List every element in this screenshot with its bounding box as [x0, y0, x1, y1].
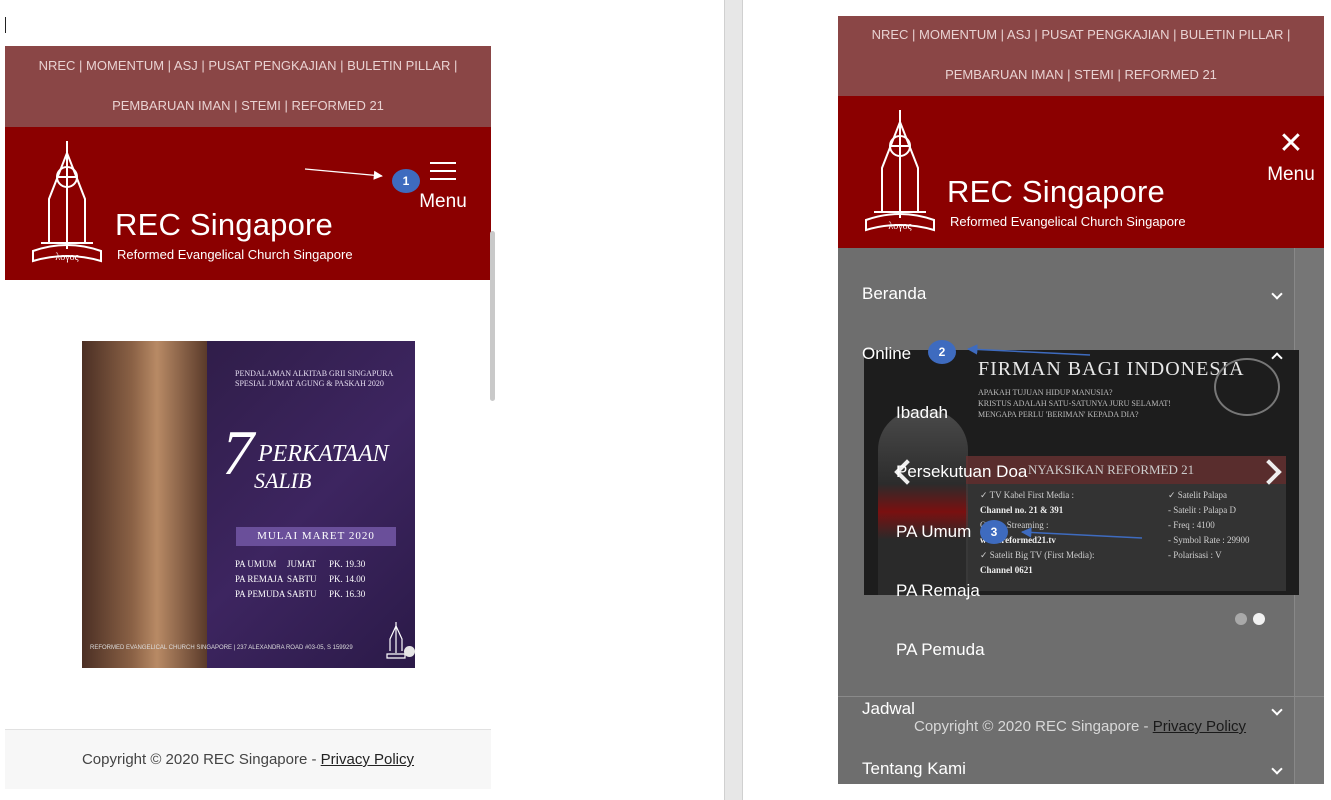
- menu-item-beranda[interactable]: Beranda: [862, 284, 926, 304]
- seal-icon: [1214, 358, 1280, 416]
- close-icon[interactable]: ✕: [1256, 129, 1326, 159]
- mobile-nav-menu: FIRMAN BAGI INDONESIA APAKAH TUJUAN HIDU…: [838, 248, 1324, 784]
- site-name[interactable]: REC Singapore: [947, 174, 1165, 210]
- panel-divider: [724, 0, 743, 800]
- church-logo-icon[interactable]: λογος: [860, 108, 940, 240]
- schedule-row: PA PEMUDA SABTU PK. 16.30: [235, 589, 366, 599]
- crucifix-figure: [82, 341, 207, 668]
- submenu-item-pa-remaja[interactable]: PA Remaja: [896, 581, 980, 601]
- top-links-line1[interactable]: NREC | MOMENTUM | ASJ | PUSAT PENGKAJIAN…: [838, 16, 1324, 56]
- church-logo-icon: [386, 622, 406, 659]
- submenu-item-pa-umum[interactable]: PA Umum: [896, 522, 971, 542]
- submenu-item-persekutuan-doa[interactable]: Persekutuan Doa: [896, 462, 1027, 482]
- page-footer: Copyright © 2020 REC Singapore - Privacy…: [914, 718, 1246, 735]
- schedule-row: PA UMUM JUMAT PK. 19.30: [235, 559, 366, 569]
- privacy-policy-link[interactable]: Privacy Policy: [1153, 718, 1246, 735]
- banner-number: 7: [222, 417, 254, 488]
- privacy-policy-link[interactable]: Privacy Policy: [321, 751, 414, 768]
- slide-question: APAKAH TUJUAN HIDUP MANUSIA?: [978, 388, 1113, 397]
- site-header: λογος REC Singapore Reformed Evangelical…: [838, 96, 1324, 248]
- site-header: λογος REC Singapore Reformed Evangelical…: [5, 127, 495, 401]
- slide-title: FIRMAN BAGI INDONESIA: [978, 358, 1245, 380]
- menu-toggle-button[interactable]: Menu: [413, 160, 473, 220]
- svg-text:λογος: λογος: [888, 221, 911, 232]
- annotation-badge-3: 3: [980, 520, 1008, 544]
- menu-label[interactable]: Menu: [413, 191, 473, 213]
- site-name[interactable]: REC Singapore: [115, 207, 333, 243]
- schedule-row: PA REMAJA SABTU PK. 14.00: [235, 574, 366, 584]
- page-footer: Copyright © 2020 REC Singapore - Privacy…: [5, 729, 491, 789]
- menu-divider: [838, 696, 1324, 697]
- copyright-text: Copyright © 2020 REC Singapore -: [81, 751, 317, 768]
- banner-title2: SALIB: [254, 468, 312, 493]
- slider-dot-active[interactable]: [1253, 613, 1265, 625]
- slide-question: MENGAPA PERLU 'BERIMAN' KEPADA DIA?: [978, 410, 1139, 419]
- menu-item-tentang-kami[interactable]: Tentang Kami: [862, 759, 966, 779]
- carousel-dot[interactable]: [404, 646, 415, 657]
- banner-line2: SPESIAL JUMAT AGUNG & PASKAH 2020: [235, 379, 384, 388]
- menu-item-online[interactable]: Online: [862, 344, 911, 364]
- submenu-item-pa-pemuda[interactable]: PA Pemuda: [896, 640, 985, 660]
- top-links-bar: NREC | MOMENTUM | ASJ | PUSAT PENGKAJIAN…: [838, 16, 1324, 96]
- site-tagline: Reformed Evangelical Church Singapore: [117, 247, 353, 262]
- banner-start: MULAI MARET 2020: [236, 527, 396, 546]
- top-links-bar: NREC | MOMENTUM | ASJ | PUSAT PENGKAJIAN…: [5, 46, 491, 127]
- annotation-badge-2: 2: [928, 340, 956, 364]
- slide-right-column: ✓ Satelit Palapa - Satelit : Palapa D - …: [1168, 490, 1250, 560]
- event-banner-image[interactable]: PENDALAMAN ALKITAB GRII SINGAPURA SPESIA…: [82, 341, 415, 668]
- banner-footer: REFORMED EVANGELICAL CHURCH SINGAPORE | …: [90, 645, 353, 651]
- church-logo-icon[interactable]: λογος: [27, 139, 107, 271]
- chevron-down-icon[interactable]: [1271, 763, 1283, 775]
- copyright-text: Copyright © 2020 REC Singapore -: [914, 718, 1149, 735]
- annotation-badge-1: 1: [392, 169, 420, 193]
- text-caret: [5, 17, 6, 33]
- top-links-line2[interactable]: PEMBARUAN IMAN | STEMI | REFORMED 21: [838, 56, 1324, 96]
- banner-title1: PERKATAAN: [258, 441, 389, 467]
- menu-close-button[interactable]: ✕ Menu: [1256, 129, 1326, 186]
- banner-line1: PENDALAMAN ALKITAB GRII SINGAPURA: [235, 369, 394, 378]
- top-links-line2[interactable]: PEMBARUAN IMAN | STEMI | REFORMED 21: [5, 86, 491, 126]
- svg-text:λογος: λογος: [55, 252, 78, 263]
- chevron-down-icon[interactable]: [1271, 704, 1283, 716]
- slide-question: KRISTUS ADALAH SATU-SATUNYA JURU SELAMAT…: [978, 399, 1171, 408]
- top-links-line1[interactable]: NREC | MOMENTUM | ASJ | PUSAT PENGKAJIAN…: [5, 46, 491, 86]
- submenu-item-ibadah[interactable]: Ibadah: [896, 403, 948, 423]
- hamburger-icon[interactable]: [430, 160, 456, 182]
- speaker-photo: [878, 410, 968, 595]
- menu-label[interactable]: Menu: [1256, 164, 1326, 186]
- slider-dot[interactable]: [1235, 613, 1247, 625]
- chevron-down-icon[interactable]: [1271, 288, 1283, 300]
- scrollbar[interactable]: [490, 231, 495, 401]
- banner-schedule: PA UMUM JUMAT PK. 19.30 PA REMAJA SABTU PK. …: [235, 559, 365, 604]
- site-tagline: Reformed Evangelical Church Singapore: [950, 214, 1186, 229]
- menu-item-jadwal[interactable]: Jadwal: [862, 699, 915, 719]
